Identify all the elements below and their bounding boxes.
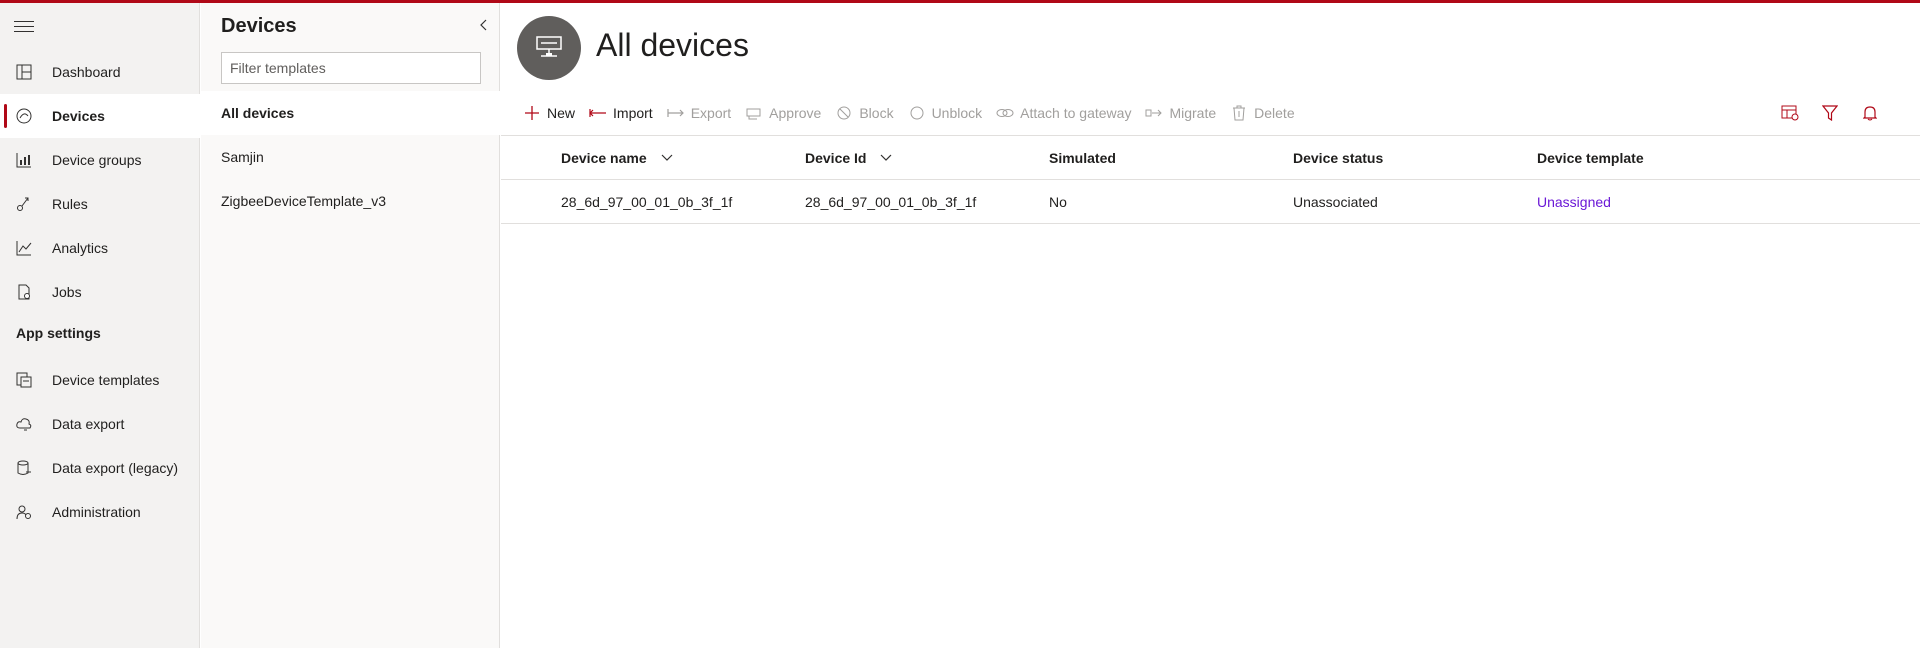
nav-item-label: Administration [52, 504, 141, 520]
delete-button[interactable]: Delete [1224, 95, 1302, 131]
chevron-down-icon [661, 154, 673, 162]
cell-simulated: No [1049, 194, 1067, 210]
collapse-chevron-icon[interactable] [477, 17, 493, 35]
nav-item-label: Data export [52, 416, 125, 432]
device-groups-icon [15, 151, 33, 169]
unblock-label: Unblock [931, 105, 983, 121]
filter-templates-input[interactable] [221, 52, 481, 84]
nav-item-analytics[interactable]: Analytics [0, 226, 200, 270]
export-button[interactable]: Export [661, 95, 739, 131]
analytics-icon [15, 239, 33, 257]
nav-item-label: Analytics [52, 240, 109, 256]
delete-icon [1230, 104, 1248, 122]
toolbar-right-icons [1770, 95, 1890, 131]
devices-icon [15, 107, 33, 125]
page-title: All devices [596, 27, 749, 63]
unblock-button[interactable]: Unblock [902, 95, 991, 131]
left-navigation: Dashboard Devices Device groups Rules An… [0, 3, 200, 648]
command-bar: New Import Export Approve Block Unblock … [517, 95, 1303, 131]
approve-icon [745, 104, 763, 122]
block-icon [835, 104, 853, 122]
nav-item-label: Rules [52, 196, 88, 212]
nav-item-dashboard[interactable]: Dashboard [0, 50, 200, 94]
plus-icon [523, 104, 541, 122]
app-settings-heading: App settings [16, 325, 101, 341]
nav-item-administration[interactable]: Administration [0, 490, 200, 534]
migrate-button[interactable]: Migrate [1139, 95, 1224, 131]
nav-item-rules[interactable]: Rules [0, 182, 200, 226]
nav-item-label: Devices [52, 108, 105, 124]
device-avatar-icon [517, 16, 581, 80]
table-row[interactable]: 28_6d_97_00_01_0b_3f_1f 28_6d_97_00_01_0… [501, 181, 1920, 224]
nav-item-label: Jobs [52, 284, 82, 300]
attach-to-gateway-label: Attach to gateway [1020, 105, 1132, 121]
column-header-simulated[interactable]: Simulated [1049, 136, 1116, 179]
delete-label: Delete [1254, 105, 1295, 121]
new-label: New [547, 105, 576, 121]
device-templates-icon [15, 371, 33, 389]
approve-label: Approve [769, 105, 822, 121]
attach-to-gateway-button[interactable]: Attach to gateway [990, 95, 1139, 131]
main-content: All devices New Import Export Approve Bl… [501, 3, 1920, 648]
table-header: Device name Device Id Simulated Device s… [501, 135, 1920, 180]
jobs-icon [15, 283, 33, 301]
block-button[interactable]: Block [829, 95, 901, 131]
column-label: Device Id [805, 149, 867, 166]
data-export-icon [15, 415, 33, 433]
column-header-device-template[interactable]: Device template [1537, 136, 1644, 179]
import-label: Import [613, 105, 653, 121]
nav-item-data-export[interactable]: Data export [0, 402, 200, 446]
cell-device-id: 28_6d_97_00_01_0b_3f_1f [805, 194, 977, 210]
new-button[interactable]: New [517, 95, 583, 131]
rules-icon [15, 195, 33, 213]
column-label: Device name [561, 149, 647, 166]
column-header-device-name[interactable]: Device name [561, 136, 673, 179]
nav-item-jobs[interactable]: Jobs [0, 270, 200, 314]
nav-item-label: Data export (legacy) [52, 460, 179, 476]
nav-item-device-groups[interactable]: Device groups [0, 138, 200, 182]
block-label: Block [859, 105, 894, 121]
migrate-label: Migrate [1169, 105, 1217, 121]
cell-device-status: Unassociated [1293, 194, 1378, 210]
hamburger-menu-icon[interactable] [14, 17, 34, 35]
unblock-icon [908, 104, 926, 122]
column-header-device-status[interactable]: Device status [1293, 136, 1383, 179]
migrate-icon [1145, 104, 1163, 122]
template-item-samjin[interactable]: Samjin [201, 135, 500, 179]
export-icon [667, 104, 685, 122]
import-icon [589, 104, 607, 122]
nav-item-label: Device groups [52, 152, 142, 168]
cell-device-template-link[interactable]: Unassigned [1537, 181, 1611, 223]
nav-item-device-templates[interactable]: Device templates [0, 358, 200, 402]
column-header-device-id[interactable]: Device Id [805, 136, 892, 179]
templates-pane: Devices All devices Samjin ZigbeeDeviceT… [201, 3, 500, 648]
filter-icon[interactable] [1810, 95, 1850, 131]
data-export-legacy-icon [15, 459, 33, 477]
chevron-down-icon [880, 154, 892, 162]
edit-columns-icon[interactable] [1770, 95, 1810, 131]
administration-icon [15, 503, 33, 521]
template-item-all-devices[interactable]: All devices [201, 91, 500, 135]
template-item-zigbee[interactable]: ZigbeeDeviceTemplate_v3 [201, 179, 500, 223]
pane-title: Devices [221, 15, 297, 37]
nav-item-devices[interactable]: Devices [0, 94, 200, 138]
nav-item-data-export-legacy[interactable]: Data export (legacy) [0, 446, 200, 490]
cell-device-name[interactable]: 28_6d_97_00_01_0b_3f_1f [561, 181, 732, 223]
import-button[interactable]: Import [583, 95, 661, 131]
nav-item-label: Dashboard [52, 64, 121, 80]
export-label: Export [690, 105, 732, 121]
nav-item-label: Device templates [52, 372, 160, 388]
dashboard-icon [15, 63, 33, 81]
approve-button[interactable]: Approve [739, 95, 829, 131]
bell-icon[interactable] [1850, 95, 1890, 131]
attach-gateway-icon [996, 104, 1014, 122]
